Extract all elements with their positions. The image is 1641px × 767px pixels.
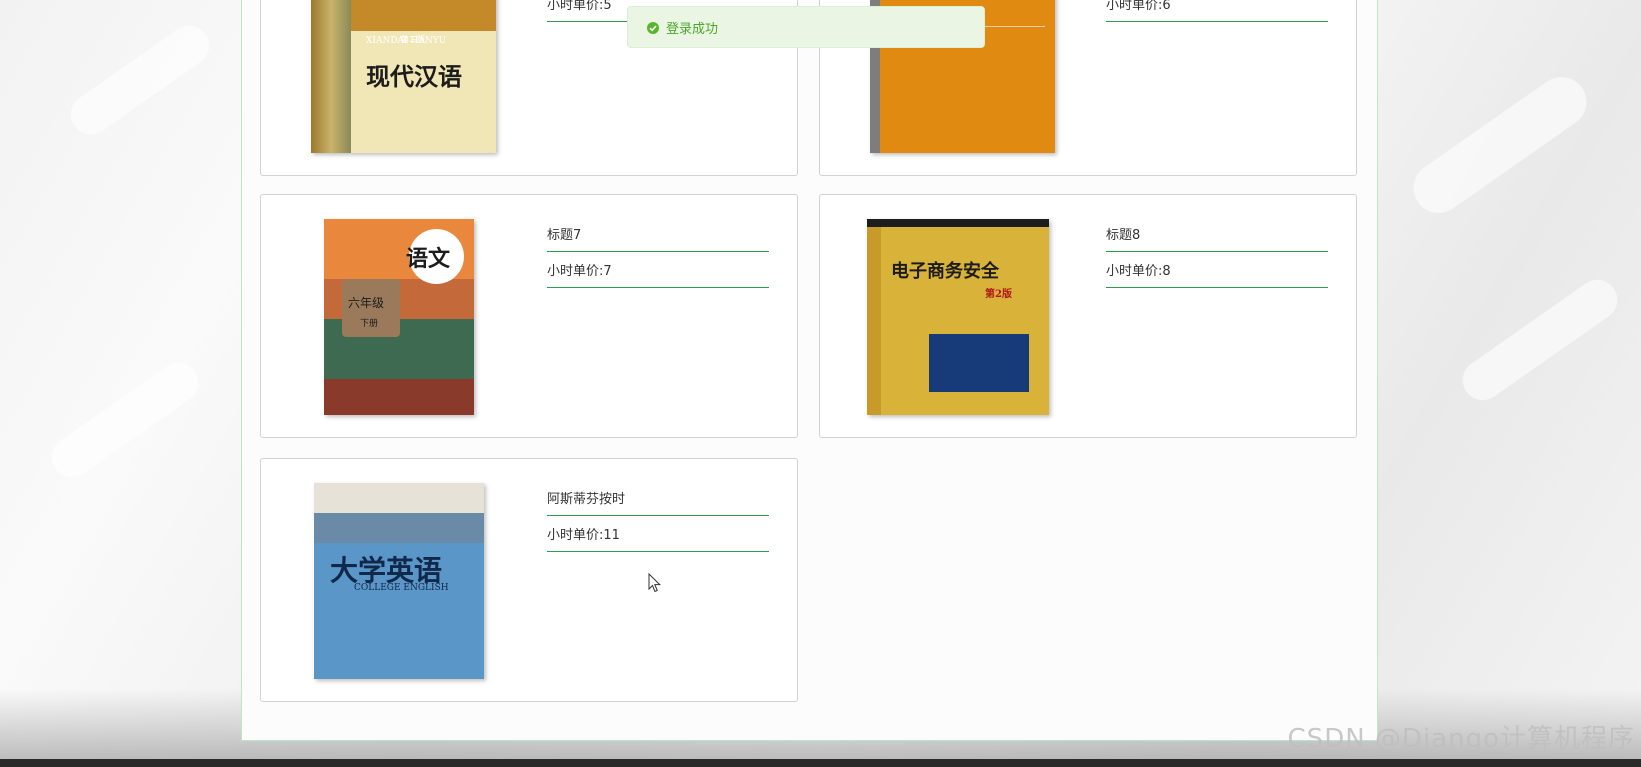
book-cover: XIANDAI HANYU 第二版 现代汉语	[311, 0, 496, 153]
background-stroke	[1403, 67, 1597, 223]
cover-edition: 第二版	[401, 35, 425, 44]
book-card[interactable]: 电子商务安全 第2版 标题8 小时单价:8	[819, 194, 1357, 438]
cover-english: COLLEGE ENGLISH	[354, 583, 449, 593]
cover-title: 电子商务安全	[891, 261, 999, 282]
book-price: 小时单价:7	[547, 263, 769, 288]
cover-edition: 第2版	[985, 289, 1012, 300]
background-stroke	[1454, 271, 1626, 409]
content-panel: XIANDAI HANYU 第二版 现代汉语 小时单价:5 小时单价:6 语文 …	[241, 0, 1378, 741]
background-stroke	[62, 17, 218, 143]
cover-grade: 六年级	[348, 296, 385, 310]
cover-volume: 下册	[360, 319, 379, 329]
watermark: CSDN @Django计算机程序	[1287, 724, 1635, 754]
cover-title: 语文	[406, 246, 451, 272]
book-meta: 小时单价:6	[1106, 0, 1328, 33]
book-cover: 语文 六年级 下册	[324, 219, 474, 415]
book-price: 小时单价:11	[547, 527, 769, 552]
book-meta: 标题8 小时单价:8	[1106, 227, 1328, 299]
book-title: 标题8	[1106, 227, 1328, 252]
book-card[interactable]: 大学英语 COLLEGE ENGLISH 阿斯蒂芬按时 小时单价:11	[260, 458, 798, 702]
book-card[interactable]: 语文 六年级 下册 标题7 小时单价:7	[260, 194, 798, 438]
check-circle-icon	[647, 22, 659, 34]
background-stroke	[43, 354, 207, 486]
book-meta: 标题7 小时单价:7	[547, 227, 769, 299]
book-price: 小时单价:6	[1106, 0, 1328, 22]
book-title: 标题7	[547, 227, 769, 252]
book-cover: 电子商务安全 第2版	[867, 219, 1049, 415]
success-toast: 登录成功	[627, 6, 985, 48]
cover-title: 现代汉语	[366, 62, 462, 91]
book-price: 小时单价:8	[1106, 263, 1328, 288]
book-title: 阿斯蒂芬按时	[547, 491, 769, 516]
taskbar	[0, 759, 1641, 767]
book-cover: 大学英语 COLLEGE ENGLISH	[314, 483, 484, 679]
mouse-cursor-icon	[648, 573, 662, 593]
toast-message: 登录成功	[666, 22, 719, 37]
book-meta: 阿斯蒂芬按时 小时单价:11	[547, 491, 769, 563]
